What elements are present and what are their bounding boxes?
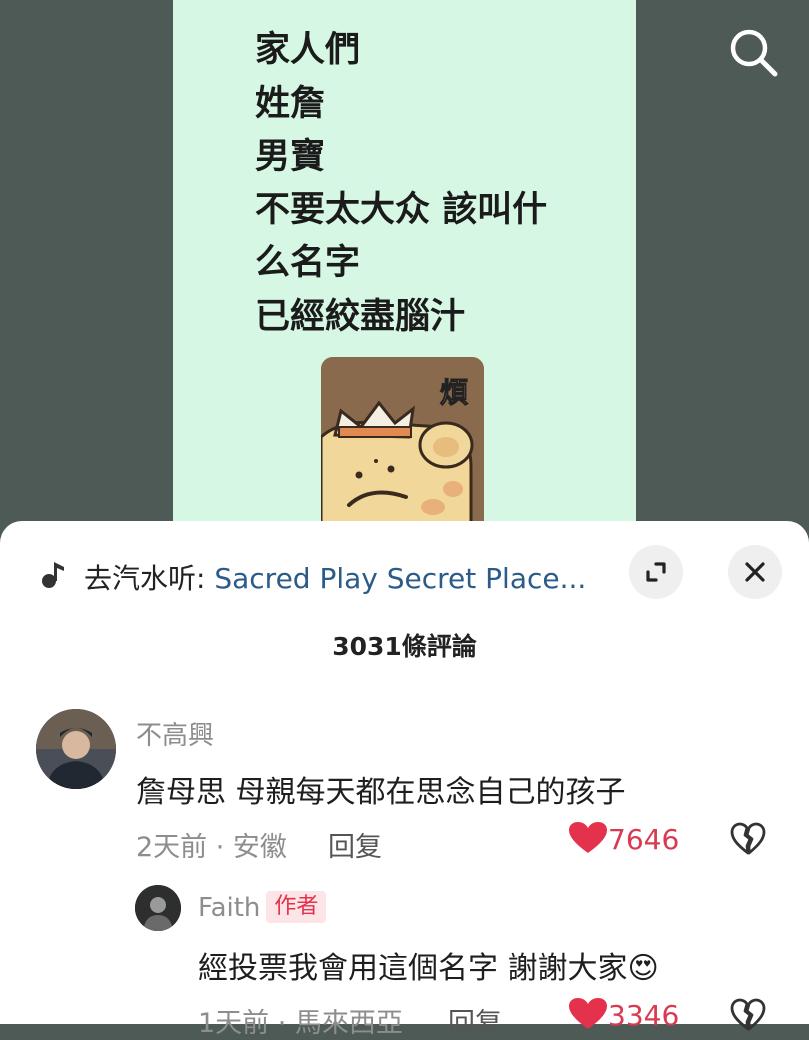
comments-count: 3031條評論 <box>332 632 477 661</box>
comments-sheet: 去汽水听: Sacred Play Secret Place... 3031條評… <box>0 521 809 1039</box>
expand-icon <box>646 562 666 582</box>
music-prefix: 去汽水听: <box>84 562 215 595</box>
note-card: 家人們 姓詹 男寶 不要太大众 該叫什 么名字 已經絞盡腦汁 煩 <box>173 0 636 540</box>
search-button[interactable] <box>725 24 781 80</box>
avatar[interactable] <box>135 885 181 931</box>
note-line: 已經絞盡腦汁 <box>255 297 466 337</box>
comment-author[interactable]: 不高興 <box>136 715 214 752</box>
comment-item: 不高興 詹母思 母親每天都在思念自己的孩子 2天前 · 安徽 回复 7646 <box>0 709 809 863</box>
music-row[interactable]: 去汽水听: Sacred Play Secret Place... <box>0 553 809 595</box>
author-badge: 作者 <box>266 891 327 923</box>
music-song-link[interactable]: Sacred Play Secret Place... <box>214 562 586 595</box>
expand-button[interactable] <box>629 545 683 599</box>
bear-sticker: 煩 <box>321 357 484 532</box>
like-count: 7646 <box>608 823 680 856</box>
heart-icon <box>569 822 607 853</box>
sticker-text: 煩 <box>439 376 468 410</box>
note-line: 家人們 <box>255 30 361 70</box>
note-line: 不要太大众 該叫什 <box>255 190 548 230</box>
like-button[interactable]: 3346 <box>568 997 679 1032</box>
dislike-button[interactable] <box>730 998 766 1036</box>
music-note-icon <box>42 562 64 588</box>
author-name: Faith <box>198 893 261 923</box>
search-icon <box>730 29 778 77</box>
close-button[interactable] <box>728 545 782 599</box>
music-label[interactable]: 去汽水听: Sacred Play Secret Place... <box>84 557 586 597</box>
video-area[interactable]: 家人們 姓詹 男寶 不要太大众 該叫什 么名字 已經絞盡腦汁 煩 <box>0 0 809 540</box>
comment-text: 經投票我會用這個名字 謝謝大家😍 <box>198 951 659 986</box>
like-button[interactable]: 7646 <box>568 821 679 856</box>
note-line: 姓詹 <box>255 84 326 124</box>
broken-heart-icon <box>730 822 766 855</box>
comment-text: 詹母思 母親每天都在思念自己的孩子 <box>136 775 626 810</box>
note-line: 男寶 <box>255 137 326 177</box>
comment-meta: 1天前 · 馬來西亞 <box>198 1008 403 1039</box>
dislike-button[interactable] <box>730 822 766 860</box>
reply-item: Faith 作者 經投票我會用這個名字 謝謝大家😍 1天前 · 馬來西亞 回复 3… <box>0 885 809 1039</box>
comment-meta: 2天前 · 安徽 <box>136 832 287 863</box>
close-icon <box>745 562 765 582</box>
reply-button[interactable]: 回复 <box>448 1001 502 1040</box>
broken-heart-icon <box>730 998 766 1031</box>
avatar[interactable] <box>36 709 116 789</box>
heart-icon <box>569 998 607 1029</box>
note-line: 么名字 <box>255 243 361 283</box>
like-count: 3346 <box>608 999 680 1032</box>
reply-button[interactable]: 回复 <box>328 825 382 864</box>
comment-author[interactable]: Faith 作者 <box>198 891 327 923</box>
